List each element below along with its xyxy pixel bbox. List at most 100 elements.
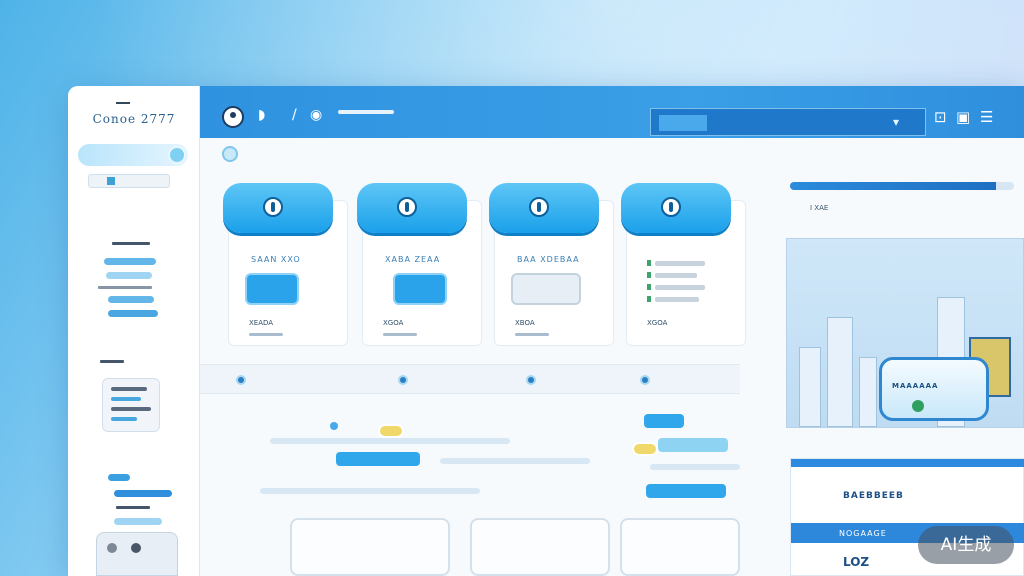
flow-block[interactable] xyxy=(470,518,610,576)
flow-button[interactable] xyxy=(658,438,728,452)
folder-icon[interactable]: ▣ xyxy=(956,108,970,126)
card-chart xyxy=(511,273,581,305)
device-label: MAAAAAA xyxy=(892,382,939,390)
toggle-knob xyxy=(168,146,186,164)
step-dot[interactable] xyxy=(526,375,536,385)
card-title: SAAN XXO xyxy=(251,255,301,264)
eye-icon[interactable]: ◉ xyxy=(310,108,322,122)
sidebar-item-3[interactable] xyxy=(106,272,152,279)
checklist-item xyxy=(647,260,705,266)
user-avatar[interactable] xyxy=(222,106,244,128)
header-search-box[interactable]: ▾ xyxy=(650,108,926,136)
sidebar: Conoe 2777 xyxy=(68,86,200,576)
feature-card-3[interactable]: BAA XDEBAA XBOA xyxy=(489,183,614,346)
sidebar-item-7[interactable] xyxy=(114,490,172,497)
sidebar-item-2[interactable] xyxy=(104,258,156,265)
card-header xyxy=(621,183,731,233)
chevron-down-icon[interactable]: ▾ xyxy=(893,115,899,129)
sidebar-item-1[interactable] xyxy=(112,242,150,245)
card-caption: XEADA xyxy=(249,319,274,327)
checklist-item xyxy=(647,272,697,278)
sidebar-device-card[interactable] xyxy=(96,532,178,576)
action-bar-label: NOGAAGE xyxy=(839,529,887,538)
app-window: Conoe 2777 ◗ / ◉ ▾ ⊡ ▣ ☰ SAAN XXO XEADA … xyxy=(68,86,1024,576)
header-title-placeholder xyxy=(338,110,394,114)
sidebar-card-1[interactable] xyxy=(102,378,160,432)
panel-note: I XAE xyxy=(810,204,829,212)
sidebar-item-8[interactable] xyxy=(116,506,150,509)
sidebar-search-input[interactable] xyxy=(88,174,170,188)
city-illustration: MAAAAAA xyxy=(786,238,1024,428)
building-shape xyxy=(859,357,877,427)
card-badge xyxy=(245,273,299,305)
flow-block[interactable] xyxy=(290,518,450,576)
flow-button[interactable] xyxy=(644,414,684,428)
sidebar-section-label xyxy=(100,360,124,363)
search-tag xyxy=(659,115,707,131)
main-content: SAAN XXO XEADA XABA ZEAA XGOA BAA XDEBAA… xyxy=(200,138,1024,576)
card-divider xyxy=(515,333,549,336)
step-dot[interactable] xyxy=(398,375,408,385)
flow-highlight[interactable] xyxy=(378,424,404,438)
home-icon[interactable] xyxy=(222,146,238,162)
card-title: BAA XDEBAA xyxy=(517,255,580,264)
sidebar-chip[interactable] xyxy=(108,474,130,481)
step-strip xyxy=(200,364,740,394)
panel-title: BAEBBEEB xyxy=(843,491,904,501)
flow-block[interactable] xyxy=(620,518,740,576)
flow-button[interactable] xyxy=(336,452,420,466)
feature-card-1[interactable]: SAAN XXO XEADA xyxy=(223,183,348,346)
step-dot[interactable] xyxy=(640,375,650,385)
search-icon xyxy=(107,177,115,185)
checklist-item xyxy=(647,296,699,302)
card-divider xyxy=(383,333,417,336)
panel-header-bar xyxy=(791,459,1024,467)
sidebar-item-6[interactable] xyxy=(108,310,158,317)
feature-card-4[interactable]: XGOA xyxy=(621,183,746,346)
info-icon xyxy=(397,197,417,217)
sidebar-item-9[interactable] xyxy=(114,518,162,525)
card-header xyxy=(357,183,467,233)
card-header xyxy=(223,183,333,233)
checklist-item xyxy=(647,284,705,290)
sidebar-toggle[interactable] xyxy=(78,144,188,166)
workflow-area xyxy=(200,408,760,576)
card-divider xyxy=(249,333,283,336)
card-badge xyxy=(393,273,447,305)
building-shape xyxy=(799,347,821,427)
menu-icon[interactable]: ☰ xyxy=(980,108,993,126)
flow-track xyxy=(270,438,510,444)
flow-track xyxy=(440,458,590,464)
brand-title: Conoe 2777 xyxy=(92,112,176,126)
top-header: ◗ / ◉ ▾ ⊡ ▣ ☰ xyxy=(200,86,1024,138)
card-caption: XGOA xyxy=(383,319,404,327)
building-shape xyxy=(827,317,853,427)
flow-node[interactable] xyxy=(330,422,338,430)
flow-track xyxy=(650,464,740,470)
info-icon xyxy=(263,197,283,217)
sidebar-item-5[interactable] xyxy=(108,296,154,303)
status-icon xyxy=(912,400,924,412)
info-icon xyxy=(529,197,549,217)
device-dot-icon xyxy=(131,543,141,553)
right-panel: I XAE MAAAAAA BAEBBEEB NOGAAGE LOZ xyxy=(760,168,1024,576)
flow-highlight[interactable] xyxy=(632,442,658,456)
card-caption: XGOA xyxy=(647,319,668,327)
slash-icon[interactable]: / xyxy=(292,108,297,122)
sidebar-item-4[interactable] xyxy=(98,286,152,289)
step-dot[interactable] xyxy=(236,375,246,385)
flow-button[interactable] xyxy=(646,484,726,498)
sub-navigation xyxy=(200,138,760,168)
card-caption: XBOA xyxy=(515,319,535,327)
feature-card-2[interactable]: XABA ZEAA XGOA xyxy=(357,183,482,346)
card-title: XABA ZEAA xyxy=(385,255,441,264)
ai-generated-badge: AI生成 xyxy=(918,526,1014,564)
brand-mark xyxy=(116,102,130,104)
lock-icon[interactable]: ⊡ xyxy=(934,108,947,126)
panel-footer-text: LOZ xyxy=(843,555,870,569)
play-icon[interactable]: ◗ xyxy=(258,108,265,122)
info-icon xyxy=(661,197,681,217)
device-dot-icon xyxy=(107,543,117,553)
progress-bar xyxy=(790,182,1014,190)
device-card[interactable]: MAAAAAA xyxy=(879,357,989,421)
